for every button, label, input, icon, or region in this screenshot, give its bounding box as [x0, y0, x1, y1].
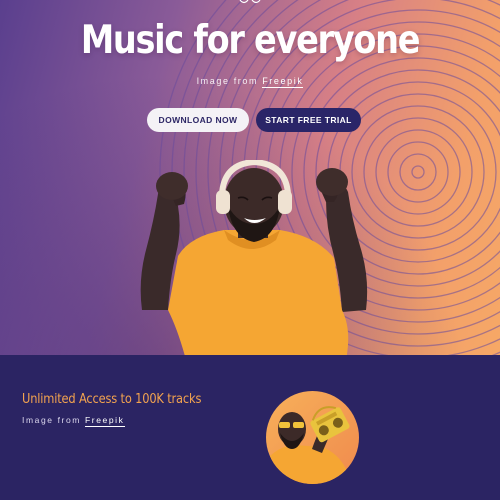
freepik-link[interactable]: Freepik — [84, 415, 125, 427]
credit-prefix: Image from — [196, 76, 259, 86]
feature-section — [0, 355, 500, 500]
hero-section: Music for everyone Image from Freepik DO… — [0, 0, 500, 355]
feature-title: Unlimited Access to 100K tracks — [22, 392, 202, 407]
boombox-illustration — [266, 406, 350, 484]
man-with-boombox-image — [266, 391, 359, 484]
logo-fragment-icon — [239, 0, 261, 4]
freepik-link[interactable]: Freepik — [262, 76, 304, 88]
man-with-headphones-image — [140, 160, 368, 355]
start-free-trial-button[interactable]: START FREE TRIAL — [256, 108, 361, 132]
hero-image-credit: Image from Freepik — [0, 76, 500, 88]
feature-image-credit: Image from Freepik — [22, 415, 125, 427]
credit-prefix: Image from — [22, 415, 81, 425]
download-now-button[interactable]: DOWNLOAD NOW — [147, 108, 249, 132]
hero-title: Music for everyone — [80, 18, 421, 63]
